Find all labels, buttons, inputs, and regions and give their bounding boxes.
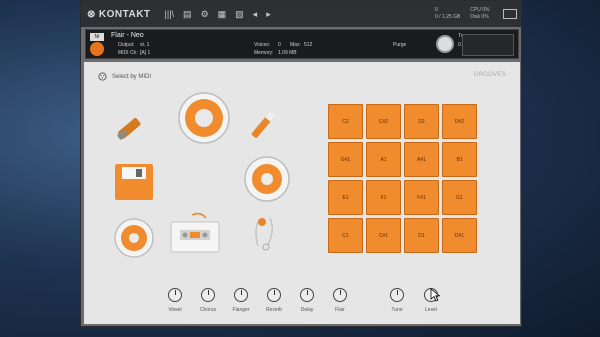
delay-knob[interactable] [300,288,314,302]
pad-cs1[interactable]: C#1 [366,218,401,253]
pad-ds2[interactable]: D#2 [442,104,477,139]
midi-value[interactable]: [A] 1 [140,50,150,56]
pad-gs1[interactable]: G#1 [328,142,363,177]
library-browser-icon[interactable]: |||\ [165,9,175,20]
reverb-knob[interactable] [267,288,281,302]
files-icon[interactable]: ▤ [183,9,192,20]
cassette-tape-icon [170,212,220,253]
pad-d1[interactable]: D1 [404,218,439,253]
purge-button[interactable]: Purge [393,42,406,48]
pad-as1[interactable]: A#1 [404,142,439,177]
instrument-panel: Select by MIDI GROOVES C2 C#2 D2 D#2 G#1… [84,62,520,324]
stat-voices: 0 [435,7,438,13]
grooves-button[interactable]: GROOVES [474,72,506,78]
tune-knob[interactable] [436,35,454,53]
voices-value: 0 [278,42,281,48]
stat-disk: Disk 0% [470,14,489,20]
next-icon[interactable]: ▸ [266,9,271,20]
max-label: Max: [290,42,301,48]
memory-label: Memory: [254,50,274,56]
large-speaker-icon [178,92,230,144]
midi-label: MIDI Ch: [118,50,138,56]
select-by-midi[interactable]: Select by MIDI [98,72,151,81]
mouse-cursor-icon [430,288,440,302]
tape-reel-icon [114,218,154,258]
earphones-icon [255,217,273,251]
chorus-knob[interactable] [201,288,215,302]
kontakt-toolbar: ⊗ KONTAKT |||\ ▤ ⚙ ▦ ▧ ◂ ▸ 0 0 / 1.25 GB… [81,1,521,27]
kontakt-logo: ⊗ KONTAKT [87,9,151,20]
flair-label: Flair [335,307,345,313]
system-stats: 0 0 / 1.25 GB CPU 0% Disk 0% [435,7,489,21]
memory-value: 1.09 MB [278,50,297,56]
flanger-knob[interactable] [234,288,248,302]
output-label: Output: [118,42,135,48]
pad-cs2[interactable]: C#2 [366,104,401,139]
kontakt-logo-icon: ⊗ [87,8,96,20]
max-value[interactable]: 512 [304,42,312,48]
options-icon[interactable]: ▦ [218,9,227,20]
select-by-midi-label: Select by MIDI [112,73,152,80]
pad-g1[interactable]: G1 [442,180,477,215]
floppy-disk-icon [115,164,153,200]
app-name: KONTAKT [98,8,151,20]
pad-fs1[interactable]: F#1 [404,180,439,215]
vowel-knob[interactable] [168,288,182,302]
stat-memory: 0 / 1.25 GB [435,14,461,20]
tune-panel-knob[interactable] [390,288,404,302]
pad-ds1[interactable]: D#1 [442,218,477,253]
instrument-logo: NI [90,33,104,41]
pencil-sharpener-icon [116,118,141,141]
minimize-view-icon[interactable] [503,9,517,19]
stat-cpu: CPU 0% [470,7,490,13]
instrument-name[interactable]: Flair - Neo [111,32,144,39]
instrument-header: NI Flair - Neo Output: st. 1 MIDI Ch: [A… [85,29,519,59]
pen-icon [251,111,276,138]
level-meter [462,34,514,56]
pad-f1[interactable]: F1 [366,180,401,215]
voices-label: Voices: [254,42,271,48]
pad-a1[interactable]: A1 [366,142,401,177]
midi-icon [98,72,107,81]
flair-knob[interactable] [333,288,347,302]
prev-icon[interactable]: ◂ [253,9,258,20]
pad-d2[interactable]: D2 [404,104,439,139]
gear-icon[interactable]: ⚙ [201,9,209,20]
output-value[interactable]: st. 1 [140,42,149,48]
level-label: Level [425,307,437,313]
instrument-icon [90,42,104,56]
pad-c1[interactable]: C1 [328,218,363,253]
small-speaker-icon [244,156,290,202]
rack-view-icon[interactable]: ▧ [235,9,244,20]
pad-e1[interactable]: E1 [328,180,363,215]
pad-c2[interactable]: C2 [328,104,363,139]
pad-b1[interactable]: B1 [442,142,477,177]
